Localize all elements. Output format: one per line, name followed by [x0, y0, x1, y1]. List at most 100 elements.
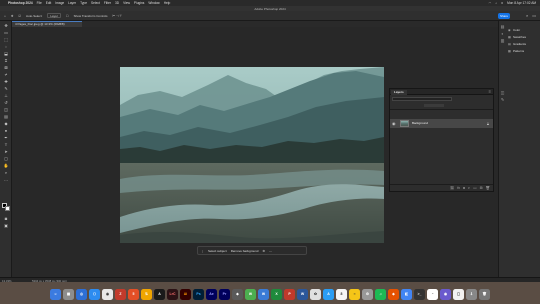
gradient-tool-icon[interactable]: ▤: [3, 115, 9, 119]
adjustment-layer-icon[interactable]: ◐: [468, 186, 470, 190]
taskbar-options-icon[interactable]: ⚙: [262, 249, 265, 253]
layer-filter-dropdown[interactable]: [392, 97, 452, 101]
word-icon[interactable]: W: [297, 288, 308, 300]
app-store-icon[interactable]: A: [323, 288, 334, 300]
quick-mask-icon[interactable]: ◙: [3, 217, 9, 221]
more-options-icon[interactable]: ⋯: [269, 249, 272, 253]
launchpad-icon[interactable]: ▦: [63, 288, 74, 300]
spot-healing-tool-icon[interactable]: ✚: [3, 80, 9, 84]
hand-tool-icon[interactable]: ✋: [3, 164, 9, 168]
background-color-swatch[interactable]: [5, 206, 10, 211]
move-tool-icon[interactable]: ✥: [11, 14, 14, 18]
rectangle-tool-icon[interactable]: ▢: [3, 157, 9, 161]
crop-tool-icon[interactable]: ⌗: [3, 59, 9, 63]
app-icon-2[interactable]: ◈: [388, 288, 399, 300]
eyedropper-tool-icon[interactable]: ⌿: [3, 73, 9, 77]
premiere-icon[interactable]: Pr: [219, 288, 230, 300]
photos-icon[interactable]: ✿: [310, 288, 321, 300]
new-group-icon[interactable]: ▭: [473, 186, 476, 190]
lock-icon[interactable]: 🔒︎: [487, 121, 489, 126]
menubar-clock[interactable]: Mon 8 Apr 17:02 AM: [507, 1, 536, 5]
clone-stamp-tool-icon[interactable]: ⊥: [3, 94, 9, 98]
layers-panel-tab[interactable]: Layers: [391, 90, 407, 95]
downloads-icon[interactable]: ⇩: [466, 288, 477, 300]
lightroom-classic-icon[interactable]: LrC: [167, 288, 178, 300]
filezilla-icon[interactable]: Z: [115, 288, 126, 300]
more-tools-icon[interactable]: ⋯: [3, 179, 9, 183]
opacity-field[interactable]: [424, 104, 444, 107]
swatches-panel-item[interactable]: ▦ Swatches: [508, 34, 526, 40]
html-app-icon[interactable]: 5: [128, 288, 139, 300]
panel-menu-icon[interactable]: ≡: [489, 89, 491, 94]
home-icon[interactable]: ⌂: [4, 14, 6, 18]
brush-tool-icon[interactable]: ✎: [3, 87, 9, 91]
screen-mode-icon[interactable]: ▣: [3, 224, 9, 228]
path-select-tool-icon[interactable]: ➤: [3, 150, 9, 154]
marquee-tool-icon[interactable]: ⬚: [3, 38, 9, 42]
photoshop-icon[interactable]: Ps: [193, 288, 204, 300]
fx-icon[interactable]: fx: [457, 186, 460, 190]
after-effects-icon[interactable]: Ae: [206, 288, 217, 300]
excel-icon[interactable]: X: [271, 288, 282, 300]
dodge-tool-icon[interactable]: ●: [3, 129, 9, 133]
document-image[interactable]: [120, 67, 384, 243]
eraser-tool-icon[interactable]: ◫: [3, 108, 9, 112]
acrobat-icon[interactable]: A: [154, 288, 165, 300]
finder-icon[interactable]: ☺: [50, 288, 61, 300]
search-icon[interactable]: ⌕: [526, 13, 528, 18]
artboard-tool-icon[interactable]: ▭: [3, 31, 9, 35]
illustrator-icon[interactable]: Ai: [180, 288, 191, 300]
drag-handle-icon[interactable]: ⋮: [201, 249, 204, 253]
document-tab[interactable]: 4 Pages_Doc.jpeg @ 13.3% (RGB/8): [12, 21, 82, 27]
notes-icon[interactable]: ≡: [349, 288, 360, 300]
app-icon-4[interactable]: ◉: [440, 288, 451, 300]
eye-icon[interactable]: ◉: [392, 121, 396, 126]
menu-select[interactable]: Select: [91, 1, 100, 5]
auto-select-dropdown[interactable]: Layer: [47, 13, 61, 18]
menu-layer[interactable]: Layer: [68, 1, 76, 5]
transmit-icon[interactable]: ⇅: [141, 288, 152, 300]
workspace-icon[interactable]: ▭: [532, 13, 536, 18]
menu-file[interactable]: File: [37, 1, 42, 5]
show-transform-checkbox[interactable]: ☐: [66, 14, 69, 18]
terminal-icon[interactable]: >_: [414, 288, 425, 300]
layer-row[interactable]: ◉ Background 🔒︎: [390, 119, 493, 128]
menu-edit[interactable]: Edit: [46, 1, 52, 5]
chrome-icon[interactable]: ◉: [102, 288, 113, 300]
share-button[interactable]: Share: [498, 13, 510, 19]
auto-select-checkbox[interactable]: ☑: [18, 14, 21, 18]
lasso-tool-icon[interactable]: ◌: [3, 45, 9, 49]
color-panel-item[interactable]: ◉ Color: [508, 27, 520, 33]
align-icons[interactable]: ⊢ ⊣ ⊤: [112, 14, 122, 18]
spotify-icon[interactable]: ♫: [375, 288, 386, 300]
wifi-icon[interactable]: ◠: [489, 1, 492, 5]
add-mask-icon[interactable]: ◘: [463, 186, 465, 190]
patterns-panel-item[interactable]: ▩ Patterns: [508, 48, 524, 54]
menu-view[interactable]: View: [123, 1, 130, 5]
app-menu[interactable]: Photoshop 2024: [8, 1, 33, 5]
menu-plugins[interactable]: Plugins: [134, 1, 144, 5]
move-tool-icon[interactable]: ✥: [3, 24, 9, 28]
safari-icon[interactable]: ◎: [76, 288, 87, 300]
type-tool-icon[interactable]: T: [3, 143, 9, 147]
remove-background-button[interactable]: Remove background: [231, 249, 259, 253]
select-subject-button[interactable]: Select subject: [208, 249, 227, 253]
menu-help[interactable]: Help: [164, 1, 171, 5]
control-center-icon[interactable]: ≡: [501, 1, 503, 5]
powerpoint-icon[interactable]: P: [284, 288, 295, 300]
app-icon-3[interactable]: ◧: [401, 288, 412, 300]
frame-tool-icon[interactable]: ⊠: [3, 66, 9, 70]
clock-icon[interactable]: ◔: [427, 288, 438, 300]
pen-tool-icon[interactable]: ✒: [3, 136, 9, 140]
messages-icon[interactable]: ✉: [245, 288, 256, 300]
preview-icon[interactable]: ▢: [453, 288, 464, 300]
settings-icon[interactable]: ⚙: [362, 288, 373, 300]
trash-icon[interactable]: 🗑︎: [479, 288, 490, 300]
search-icon[interactable]: ⌕: [495, 1, 497, 5]
vscode-icon[interactable]: ⟨⟩: [89, 288, 100, 300]
menu-image[interactable]: Image: [55, 1, 64, 5]
app-icon[interactable]: ◆: [232, 288, 243, 300]
blur-tool-icon[interactable]: ◆: [3, 122, 9, 126]
menu-type[interactable]: Type: [80, 1, 87, 5]
menu-window[interactable]: Window: [148, 1, 159, 5]
